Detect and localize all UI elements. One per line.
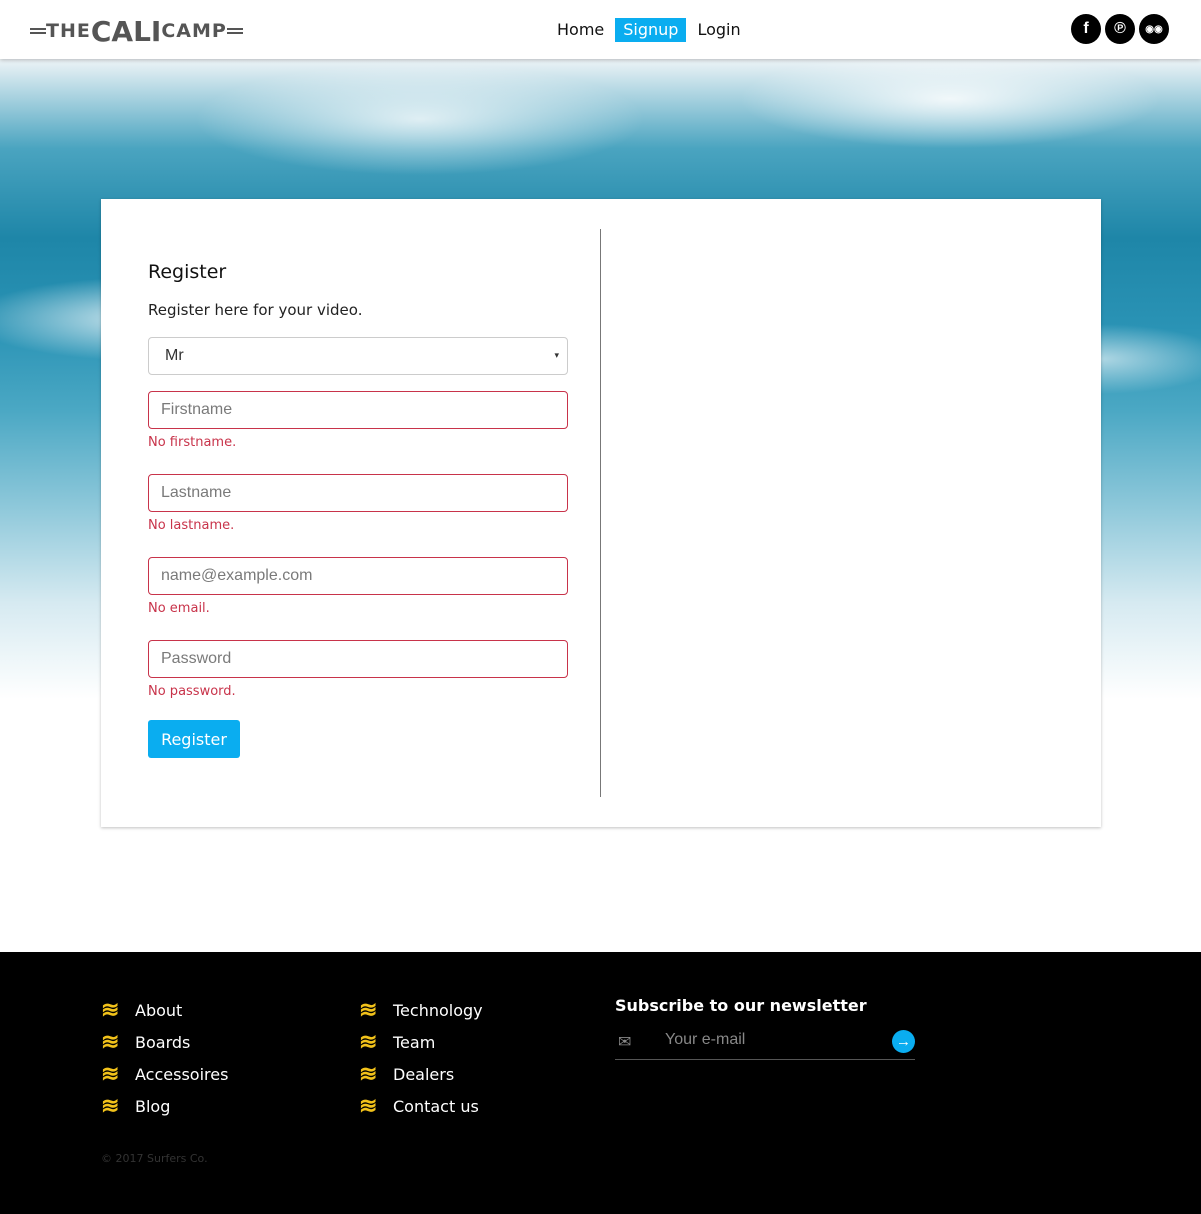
footer-link-label: Dealers	[393, 1064, 455, 1084]
wave-icon: ≋	[101, 1093, 120, 1118]
lastname-error: No lastname.	[148, 518, 235, 533]
footer-link-label: Technology	[393, 1000, 483, 1020]
footer-link-contact[interactable]: ≋ Contact us	[359, 1090, 483, 1122]
footer-link-technology[interactable]: ≋ Technology	[359, 994, 483, 1026]
nav-signup[interactable]: Signup	[615, 18, 687, 42]
social-links: f ℗ ◉◉	[1071, 14, 1169, 44]
copyright: © 2017 Surfers Co.	[101, 1152, 208, 1165]
logo-camp: CAMP	[161, 20, 227, 42]
salutation-select[interactable]: Mr ▾	[148, 337, 568, 375]
lastname-input[interactable]	[148, 474, 568, 512]
register-card: Register Register here for your video. M…	[101, 199, 1101, 827]
salutation-value: Mr	[165, 347, 184, 364]
email-error: No email.	[148, 601, 210, 616]
newsletter-input-row: ✉ →	[615, 1026, 915, 1060]
facebook-icon[interactable]: f	[1071, 14, 1101, 44]
pinterest-icon[interactable]: ℗	[1105, 14, 1135, 44]
password-input[interactable]	[148, 640, 568, 678]
footer-links-secondary: ≋ Technology ≋ Team ≋ Dealers ≋ Contact us	[359, 994, 483, 1122]
tripadvisor-icon[interactable]: ◉◉	[1139, 14, 1169, 44]
firstname-input[interactable]	[148, 391, 568, 429]
arrow-right-icon[interactable]: →	[892, 1030, 915, 1053]
brand-logo[interactable]: THE CALI CAMP	[30, 14, 243, 48]
footer-link-about[interactable]: ≋ About	[101, 994, 228, 1026]
footer-link-blog[interactable]: ≋ Blog	[101, 1090, 228, 1122]
form-subtitle: Register here for your video.	[148, 301, 363, 319]
footer-link-boards[interactable]: ≋ Boards	[101, 1026, 228, 1058]
wave-icon: ≋	[359, 1029, 378, 1054]
register-button[interactable]: Register	[148, 720, 240, 758]
footer-link-accessoires[interactable]: ≋ Accessoires	[101, 1058, 228, 1090]
register-form: Register Register here for your video. M…	[148, 261, 568, 758]
footer-link-label: Team	[393, 1032, 436, 1052]
logo-right-wing-icon	[226, 27, 243, 35]
nav-login[interactable]: Login	[689, 18, 748, 42]
footer-link-label: Blog	[135, 1096, 171, 1116]
wave-icon: ≋	[101, 997, 120, 1022]
footer-link-label: About	[135, 1000, 183, 1020]
wave-icon: ≋	[359, 997, 378, 1022]
newsletter-email-input[interactable]	[665, 1029, 875, 1051]
logo-cali: CALI	[90, 14, 162, 48]
card-divider	[600, 229, 601, 797]
nav-home[interactable]: Home	[549, 18, 612, 42]
newsletter-block: Subscribe to our newsletter ✉ →	[615, 996, 915, 1060]
envelope-icon: ✉	[618, 1034, 632, 1051]
site-footer: ≋ About ≋ Boards ≋ Accessoires ≋ Blog ≋ Techn…	[0, 952, 1201, 1214]
footer-link-label: Accessoires	[135, 1064, 229, 1084]
logo-the: THE	[46, 20, 91, 42]
logo-left-wing-icon	[30, 27, 46, 35]
wave-icon: ≋	[101, 1029, 120, 1054]
site-header: THE CALI CAMP Home Signup Login f ℗ ◉◉	[0, 0, 1201, 59]
footer-link-label: Contact us	[393, 1096, 479, 1116]
newsletter-title: Subscribe to our newsletter	[615, 996, 867, 1015]
main-nav: Home Signup Login	[549, 18, 752, 42]
footer-links-primary: ≋ About ≋ Boards ≋ Accessoires ≋ Blog	[101, 994, 228, 1122]
footer-link-team[interactable]: ≋ Team	[359, 1026, 483, 1058]
footer-link-dealers[interactable]: ≋ Dealers	[359, 1058, 483, 1090]
password-error: No password.	[148, 684, 236, 699]
chevron-down-icon: ▾	[554, 350, 559, 360]
footer-link-label: Boards	[135, 1032, 191, 1052]
wave-icon: ≋	[359, 1061, 378, 1086]
wave-icon: ≋	[101, 1061, 120, 1086]
wave-icon: ≋	[359, 1093, 378, 1118]
firstname-error: No firstname.	[148, 435, 237, 450]
email-input[interactable]	[148, 557, 568, 595]
form-title: Register	[148, 261, 227, 283]
